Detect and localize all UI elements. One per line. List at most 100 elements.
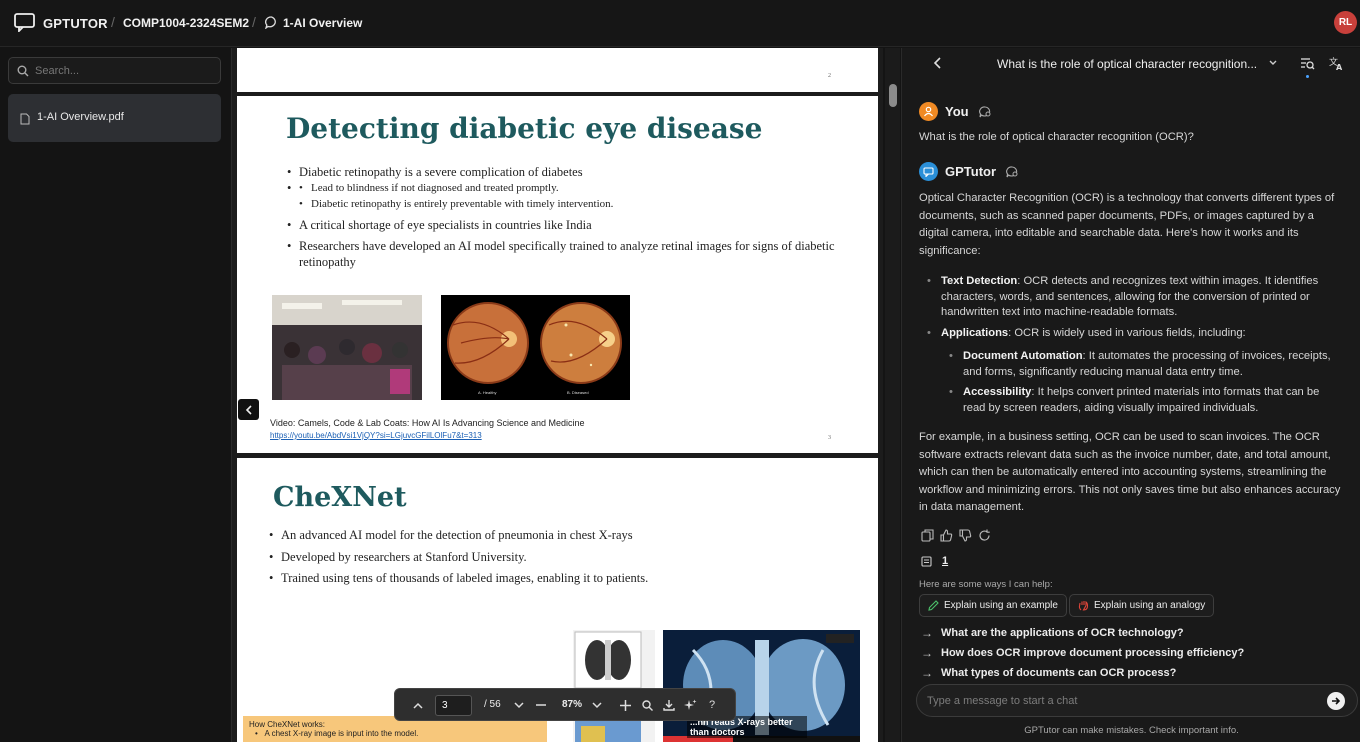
svg-text:A: A [1336, 63, 1343, 71]
bullet: Trained using tens of thousands of label… [269, 568, 829, 590]
chat-title[interactable]: What is the role of optical character re… [997, 57, 1257, 71]
search-box[interactable] [8, 57, 221, 84]
search-icon [641, 699, 653, 711]
help-label: Here are some ways I can help: [919, 579, 1053, 590]
hand-icon [1078, 600, 1089, 611]
user-message: What is the role of optical character re… [919, 131, 1194, 143]
chat-header: What is the role of optical character re… [902, 48, 1360, 81]
user-avatar [919, 102, 938, 121]
arrow-right-icon: → [921, 626, 933, 640]
message-input[interactable] [927, 692, 1317, 710]
zoom-level: 87% [562, 699, 583, 710]
bot-point: Text Detection: OCR detects and recogniz… [919, 274, 1339, 321]
chevron-down-icon [514, 701, 524, 708]
suggested-question[interactable]: → What are the applications of OCR techno… [921, 626, 1184, 640]
sidebar: 1-AI Overview.pdf [0, 48, 230, 742]
file-item[interactable]: 1-AI Overview.pdf [8, 94, 221, 142]
copy-icon[interactable] [921, 529, 934, 542]
help-icon[interactable]: ? [704, 697, 720, 713]
active-indicator [1306, 75, 1309, 78]
file-label: 1-AI Overview.pdf [37, 111, 124, 123]
bullet: A critical shortage of eye specialists i… [287, 217, 847, 233]
video-link[interactable]: https://youtu.be/AbdVsi1VjQY?si=LGjuvcGF… [270, 431, 482, 440]
send-arrow-icon [1332, 697, 1341, 705]
search-icon [17, 65, 29, 77]
arrow-right-icon: → [921, 646, 933, 660]
page-number-input[interactable] [435, 695, 472, 716]
breadcrumb-separator: / [111, 14, 115, 30]
xray-thumbnail [573, 630, 655, 742]
file-icon [20, 113, 30, 125]
top-bar: GPTUTOR / COMP1004-2324SEM2 / 1-AI Overv… [0, 0, 1360, 47]
back-arrow-icon[interactable] [932, 56, 944, 70]
bot-conclusion: For example, in a business setting, OCR … [919, 431, 1341, 513]
breadcrumb-separator: / [252, 14, 256, 30]
regenerate-icon[interactable] [978, 529, 991, 542]
thumbs-up-icon[interactable] [940, 529, 953, 542]
explain-example-chip[interactable]: Explain using an example [919, 594, 1067, 617]
bot-author: GPTutor [919, 162, 1019, 181]
chat-bubble-icon [265, 16, 276, 29]
pdf-toolbar: / 56 87% ? [394, 688, 736, 721]
book-icon [921, 555, 932, 567]
slide-title: CheXNet [273, 482, 407, 513]
search-input[interactable] [35, 62, 215, 80]
chevron-up-icon [413, 702, 423, 709]
user-name: You [945, 104, 969, 119]
suggested-question[interactable]: → What types of documents can OCR process… [921, 666, 1176, 680]
suggested-question[interactable]: → How does OCR improve document processin… [921, 646, 1244, 660]
bot-points: Text Detection: OCR detects and recogniz… [919, 274, 1339, 416]
pdf-page: 2 [237, 48, 878, 92]
send-button[interactable] [1327, 692, 1345, 710]
minus-icon [536, 704, 546, 706]
scrollbar-thumb[interactable] [889, 84, 897, 107]
disclaimer: GPTutor can make mistakes. Check importa… [1024, 725, 1239, 736]
chat-logo-icon[interactable] [14, 13, 35, 32]
zoom-in-button[interactable] [617, 697, 633, 713]
video-caption: Video: Camels, Code & Lab Coats: How AI … [270, 418, 585, 428]
download-button[interactable] [661, 697, 677, 713]
collapse-sidebar-button[interactable] [238, 399, 259, 420]
search-history-icon[interactable] [1300, 56, 1315, 71]
avatar[interactable]: RL [1334, 11, 1357, 34]
breadcrumb-chat[interactable]: 1-AI Overview [283, 16, 362, 30]
source-link[interactable]: 1 [942, 555, 948, 567]
sub-bullet: Diabetic retinopathy is entirely prevent… [299, 196, 847, 212]
thumbs-down-icon[interactable] [959, 529, 972, 542]
sources-row: 1 [921, 555, 948, 567]
clinic-crowd-image [272, 295, 422, 400]
next-page-button[interactable] [511, 697, 527, 713]
pdf-viewer[interactable]: 2 Detecting diabetic eye disease Diabeti… [231, 48, 883, 742]
prev-page-button[interactable] [410, 697, 426, 713]
bullet: An advanced AI model for the detection o… [269, 525, 829, 547]
chat-panel: What is the role of optical character re… [901, 48, 1360, 742]
explain-analogy-chip[interactable]: Explain using an analogy [1069, 594, 1215, 617]
retina-label: A. Healthy [478, 390, 496, 395]
scrollbar-track[interactable] [885, 48, 900, 742]
chat-search-icon[interactable] [1006, 165, 1019, 178]
download-icon [663, 700, 675, 711]
bot-point: Applications: OCR is widely used in vari… [919, 326, 1339, 417]
slide-bullets: Diabetic retinopathy is a severe complic… [287, 164, 847, 270]
chevron-down-icon[interactable] [1268, 59, 1278, 67]
slide-title: Detecting diabetic eye disease [286, 112, 763, 145]
bullet: Diabetic retinopathy is a severe complic… [287, 164, 847, 180]
brand-name[interactable]: GPTUTOR [43, 16, 108, 31]
sub-bullet-group: Lead to blindness if not diagnosed and t… [287, 180, 847, 212]
breadcrumb-course[interactable]: COMP1004-2324SEM2 [123, 16, 249, 30]
pdf-search-button[interactable] [639, 697, 655, 713]
bullet: Researchers have developed an AI model s… [287, 238, 847, 270]
zoom-out-button[interactable] [533, 697, 549, 713]
bot-chat-icon [923, 166, 934, 177]
chevron-down-icon [592, 701, 602, 708]
zoom-menu-button[interactable] [589, 697, 605, 713]
retina-label: B. Diseased [567, 390, 589, 395]
how-title: How CheXNet works: [249, 720, 326, 729]
translate-icon[interactable]: 文A [1329, 56, 1344, 71]
bot-intro: Optical Character Recognition (OCR) is a… [919, 192, 1335, 257]
how-item: • A chest X-ray image is input into the … [255, 729, 419, 738]
message-input-box[interactable] [916, 684, 1358, 717]
bot-avatar [919, 162, 938, 181]
chat-search-icon[interactable] [978, 105, 992, 118]
ai-sparkle-button[interactable] [682, 697, 698, 713]
